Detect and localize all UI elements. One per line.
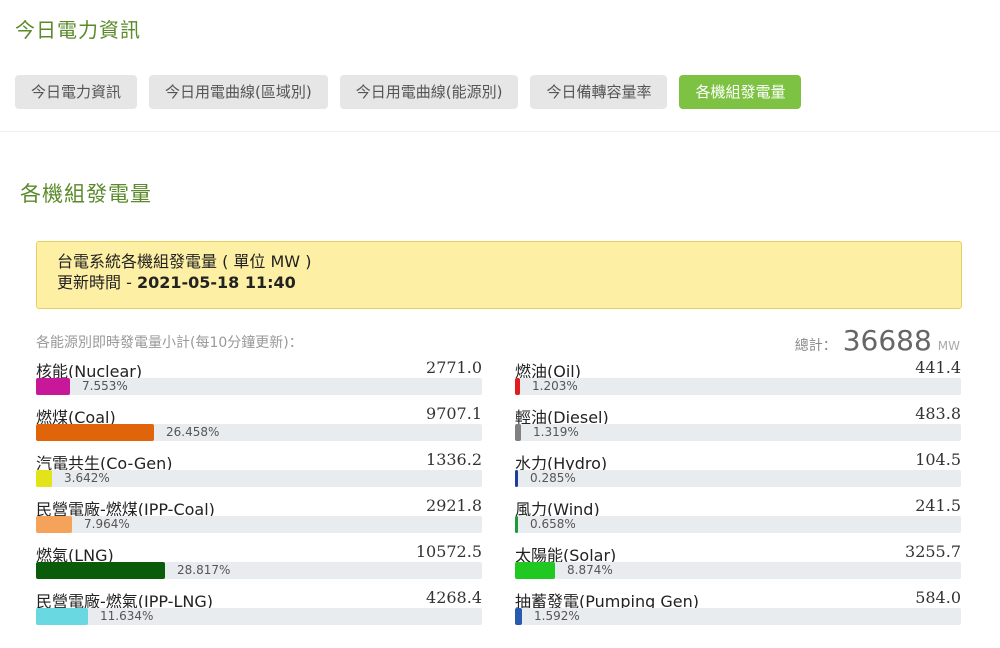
source-value: 483.8 [915,404,961,423]
progress-track [36,562,482,579]
progress-track [515,378,961,395]
source-value: 584.0 [915,588,961,607]
source-value: 2921.8 [426,496,482,515]
total-value: 36688 [842,324,932,357]
source-row: 燃煤(Coal) 9707.1 26.458% [36,404,482,450]
source-row: 風力(Wind) 241.5 0.658% [515,496,961,542]
progress-fill [515,424,521,441]
tab-reserve-margin[interactable]: 今日備轉容量率 [530,75,668,109]
sources-left-column: 核能(Nuclear) 2771.0 7.553% 燃煤(Coal) 9707.1 26.… [36,358,482,634]
progress-track [515,608,961,625]
source-percent: 26.458% [166,425,220,439]
source-value: 1336.2 [426,450,482,469]
progress-track [515,424,961,441]
progress-fill [515,378,520,395]
source-row: 燃油(Oil) 441.4 1.203% [515,358,961,404]
source-value: 3255.7 [905,542,961,561]
progress-fill [36,516,72,533]
source-percent: 28.817% [177,563,231,577]
source-percent: 1.592% [534,609,580,623]
progress-fill [36,378,70,395]
source-percent: 3.642% [64,471,110,485]
info-box: 台電系統各機組發電量 ( 單位 MW ) 更新時間 - 2021-05-18 1… [36,241,962,309]
progress-fill [36,562,165,579]
progress-fill [36,608,88,625]
subtotal-subtitle: 各能源別即時發電量小計(每10分鐘更新)： [36,335,303,351]
source-value: 4268.4 [426,588,482,607]
source-value: 9707.1 [426,404,482,423]
source-row: 民營電廠-燃氣(IPP-LNG) 4268.4 11.634% [36,588,482,634]
source-row: 水力(Hydro) 104.5 0.285% [515,450,961,496]
progress-fill [515,562,555,579]
source-percent: 11.634% [100,609,154,623]
sources-right-column: 燃油(Oil) 441.4 1.203% 輕油(Diesel) 483.8 1.319% 水… [515,358,961,634]
progress-track [515,470,961,487]
source-row: 輕油(Diesel) 483.8 1.319% [515,404,961,450]
info-update: 更新時間 - 2021-05-18 11:40 [57,272,961,293]
progress-fill [515,516,518,533]
source-row: 太陽能(Solar) 3255.7 8.874% [515,542,961,588]
source-percent: 0.285% [530,471,576,485]
source-value: 10572.5 [415,542,482,561]
source-value: 241.5 [915,496,961,515]
source-value: 104.5 [915,450,961,469]
total-unit: MW [937,339,960,353]
source-row: 抽蓄發電(Pumping Gen) 584.0 1.592% [515,588,961,634]
total-summary: 總計： 36688 MW [795,324,960,357]
page-header-title: 今日電力資訊 [15,18,141,42]
header-divider [0,131,1000,132]
source-row: 民營電廠-燃煤(IPP-Coal) 2921.8 7.964% [36,496,482,542]
source-value: 441.4 [915,358,961,377]
source-row: 汽電共生(Co-Gen) 1336.2 3.642% [36,450,482,496]
source-percent: 1.319% [533,425,579,439]
source-value: 2771.0 [426,358,482,377]
tab-today-power-info[interactable]: 今日電力資訊 [15,75,138,109]
source-percent: 1.203% [532,379,578,393]
progress-fill [515,470,518,487]
tab-unit-generation[interactable]: 各機組發電量 [679,75,802,109]
info-title: 台電系統各機組發電量 ( 單位 MW ) [57,252,312,271]
tab-load-curve-source[interactable]: 今日用電曲線(能源別) [339,75,519,109]
source-row: 燃氣(LNG) 10572.5 28.817% [36,542,482,588]
source-row: 核能(Nuclear) 2771.0 7.553% [36,358,482,404]
progress-track [36,424,482,441]
progress-fill [36,424,154,441]
tab-load-curve-region[interactable]: 今日用電曲線(區域別) [149,75,328,109]
progress-track [515,516,961,533]
source-percent: 0.658% [530,517,576,531]
update-prefix: 更新時間 - [57,273,137,292]
source-percent: 7.553% [82,379,128,393]
update-time: 2021-05-18 11:40 [136,273,296,292]
progress-fill [36,470,52,487]
source-percent: 7.964% [84,517,130,531]
section-title: 各機組發電量 [20,182,152,206]
progress-fill [515,608,522,625]
nav-tabs: 今日電力資訊 今日用電曲線(區域別) 今日用電曲線(能源別) 今日備轉容量率 各… [15,75,813,109]
total-label: 總計： [794,338,837,354]
source-percent: 8.874% [567,563,613,577]
